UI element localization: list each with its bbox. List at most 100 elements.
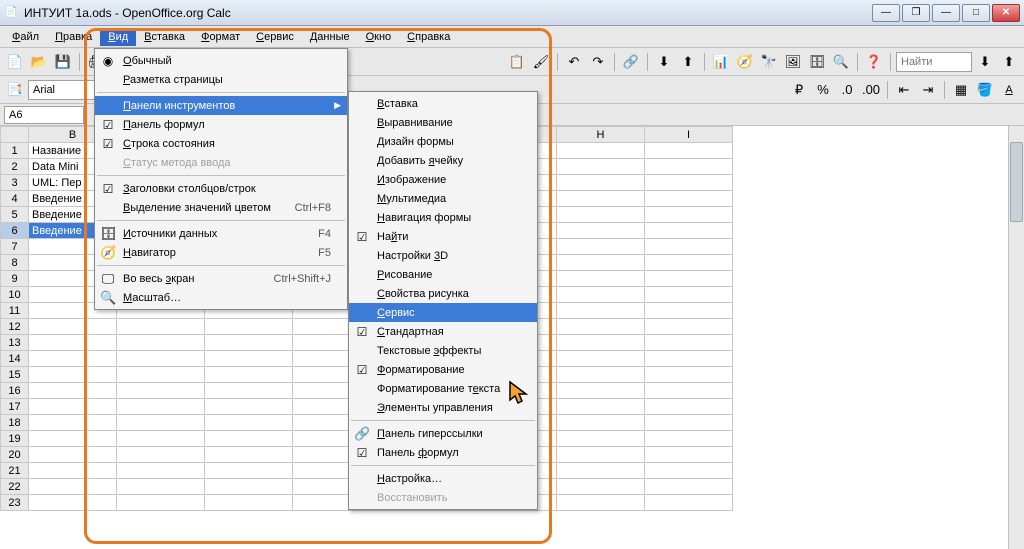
nav-icon[interactable]: 🧭 [734, 51, 756, 73]
menu-item[interactable]: ☑Заголовки столбцов/строк [95, 179, 347, 198]
cell[interactable] [557, 239, 645, 255]
bgcolor-icon[interactable]: 🪣 [974, 79, 996, 101]
currency-icon[interactable]: ₽ [788, 79, 810, 101]
submenu-item[interactable]: ☑Форматирование [349, 360, 537, 379]
maximize-button[interactable]: □ [962, 4, 990, 22]
submenu-item[interactable]: Свойства рисунка [349, 284, 537, 303]
scrollbar-thumb[interactable] [1010, 142, 1023, 222]
restore-button[interactable]: ❐ [902, 4, 930, 22]
row-header[interactable]: 5 [1, 207, 29, 223]
cell[interactable] [557, 383, 645, 399]
cell[interactable] [29, 367, 117, 383]
cell[interactable] [205, 383, 293, 399]
cell[interactable] [645, 319, 733, 335]
menu-item[interactable]: Разметка страницы [95, 70, 347, 89]
menu-вид[interactable]: Вид [100, 28, 136, 46]
find-prev-icon[interactable]: ⬆ [998, 51, 1020, 73]
submenu-item[interactable]: Изображение [349, 170, 537, 189]
cell[interactable] [645, 399, 733, 415]
minimize-button[interactable]: — [872, 4, 900, 22]
menu-сервис[interactable]: Сервис [248, 28, 302, 46]
menu-данные[interactable]: Данные [302, 28, 358, 46]
submenu-item[interactable]: Настройки 3D [349, 246, 537, 265]
cell[interactable] [645, 367, 733, 383]
row-header[interactable]: 18 [1, 415, 29, 431]
menu-окно[interactable]: Окно [358, 28, 400, 46]
vertical-scrollbar[interactable] [1008, 126, 1024, 549]
submenu-item[interactable]: Мультимедиа [349, 189, 537, 208]
row-header[interactable]: 10 [1, 287, 29, 303]
help-icon[interactable]: ❓ [863, 51, 885, 73]
cell[interactable] [645, 143, 733, 159]
menu-item[interactable]: 🧭НавигаторF5 [95, 243, 347, 262]
col-header-H[interactable]: H [557, 127, 645, 143]
decimal-dec-icon[interactable]: .00 [860, 79, 882, 101]
cell-reference[interactable]: A6 [4, 106, 84, 124]
cell[interactable] [205, 495, 293, 511]
cell[interactable] [645, 223, 733, 239]
cell[interactable] [557, 447, 645, 463]
brush-icon[interactable]: 🖌 [530, 51, 552, 73]
cell[interactable] [117, 367, 205, 383]
cell[interactable] [29, 383, 117, 399]
row-header[interactable]: 22 [1, 479, 29, 495]
cell[interactable] [557, 159, 645, 175]
submenu-item[interactable]: ☑Панель формул [349, 443, 537, 462]
cell[interactable] [645, 479, 733, 495]
cell[interactable] [645, 239, 733, 255]
cell[interactable] [205, 431, 293, 447]
percent-icon[interactable]: % [812, 79, 834, 101]
cell[interactable] [205, 399, 293, 415]
row-header[interactable]: 17 [1, 399, 29, 415]
row-header[interactable]: 11 [1, 303, 29, 319]
binoc-icon[interactable]: 🔭 [758, 51, 780, 73]
open-icon[interactable]: 📂 [28, 51, 50, 73]
cell[interactable] [645, 431, 733, 447]
cell[interactable] [645, 495, 733, 511]
cell[interactable] [29, 495, 117, 511]
cell[interactable] [557, 255, 645, 271]
col-header-I[interactable]: I [645, 127, 733, 143]
submenu-item[interactable]: ☑Найти [349, 227, 537, 246]
row-header[interactable]: 2 [1, 159, 29, 175]
cell[interactable] [29, 431, 117, 447]
undo-icon[interactable]: ↶ [563, 51, 585, 73]
cell[interactable] [117, 415, 205, 431]
submenu-item[interactable]: Настройка… [349, 469, 537, 488]
row-header[interactable]: 1 [1, 143, 29, 159]
cell[interactable] [557, 319, 645, 335]
menu-формат[interactable]: Формат [193, 28, 248, 46]
link-icon[interactable]: 🔗 [620, 51, 642, 73]
cell[interactable] [557, 143, 645, 159]
cell[interactable] [205, 463, 293, 479]
row-header[interactable]: 20 [1, 447, 29, 463]
cell[interactable] [29, 335, 117, 351]
indent-dec-icon[interactable]: ⇤ [893, 79, 915, 101]
row-header[interactable]: 14 [1, 351, 29, 367]
gallery-icon[interactable]: 🖼 [782, 51, 804, 73]
submenu-item[interactable]: Рисование [349, 265, 537, 284]
cell[interactable] [557, 351, 645, 367]
menu-справка[interactable]: Справка [399, 28, 458, 46]
cell[interactable] [557, 223, 645, 239]
new-icon[interactable]: 📄 [4, 51, 26, 73]
cell[interactable] [645, 159, 733, 175]
cell[interactable] [645, 303, 733, 319]
submenu-item[interactable]: 🔗Панель гиперссылки [349, 424, 537, 443]
submenu-item[interactable]: Текстовые эффекты [349, 341, 537, 360]
cell[interactable] [645, 447, 733, 463]
cell[interactable] [117, 479, 205, 495]
cell[interactable] [645, 463, 733, 479]
redo-icon[interactable]: ↷ [587, 51, 609, 73]
cell[interactable] [557, 191, 645, 207]
row-header[interactable]: 7 [1, 239, 29, 255]
submenu-item[interactable]: Вставка [349, 94, 537, 113]
decimal-inc-icon[interactable]: .0 [836, 79, 858, 101]
close-button[interactable]: ✕ [992, 4, 1020, 22]
cell[interactable] [29, 399, 117, 415]
cell[interactable] [557, 367, 645, 383]
row-header[interactable]: 4 [1, 191, 29, 207]
cell[interactable] [557, 271, 645, 287]
cell[interactable] [117, 351, 205, 367]
row-header[interactable]: 9 [1, 271, 29, 287]
